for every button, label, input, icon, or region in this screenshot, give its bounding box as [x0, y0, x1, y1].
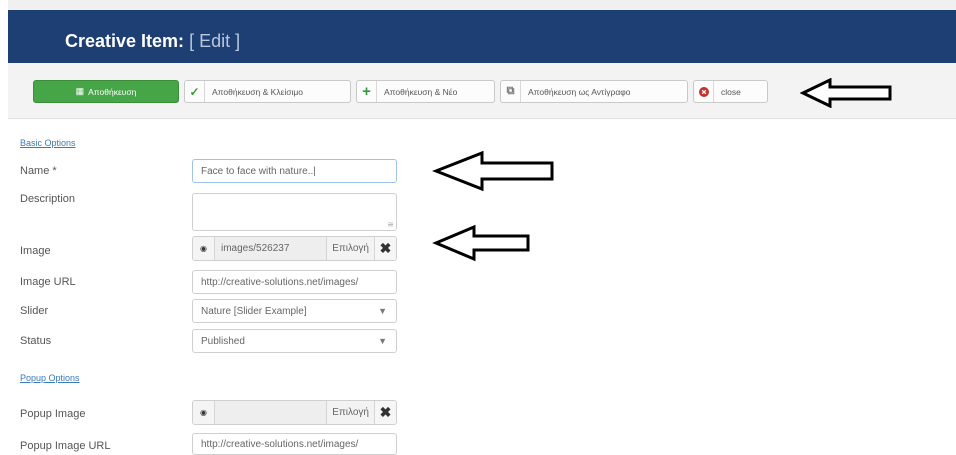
save-button[interactable]: ▦ Αποθήκευση [33, 80, 179, 103]
page-title-main: Creative Item: [65, 31, 185, 51]
save-copy-button[interactable]: ⧉ Αποθήκευση ως Αντίγραφο [500, 80, 688, 103]
popup-options-link[interactable]: Popup Options [20, 373, 80, 383]
image-media-field: ◉ images/526237 Επιλογή ✖ [192, 236, 397, 261]
copy-icon: ⧉ [501, 81, 521, 102]
left-arrow-icon [432, 224, 530, 262]
page-header: Creative Item: [ Edit ] [8, 10, 956, 63]
status-label: Status [20, 335, 52, 347]
image-path: images/526237 [215, 237, 327, 260]
save-close-label: Αποθήκευση & Κλείσιμο [212, 86, 304, 97]
clear-x-icon[interactable]: ✖ [374, 237, 396, 260]
description-field[interactable]: ≅ [192, 193, 397, 231]
clear-x-icon[interactable]: ✖ [374, 401, 396, 424]
close-circle-icon [694, 81, 714, 102]
page-title-mode: [ Edit ] [189, 31, 241, 51]
check-icon: ✓ [185, 81, 205, 102]
left-arrow-icon [432, 150, 554, 192]
page-title: Creative Item: [ Edit ] [65, 31, 240, 52]
popup-image-url-label: Popup Image URL [20, 440, 111, 452]
image-label: Image [20, 245, 51, 257]
close-button[interactable]: close [693, 80, 768, 103]
status-select-value: Published [201, 335, 245, 347]
left-arrow-icon [800, 78, 892, 108]
image-url-field[interactable]: http://creative-solutions.net/images/ [192, 270, 397, 294]
resize-handle-icon[interactable]: ≅ [387, 220, 394, 229]
close-label: close [721, 86, 741, 97]
save-button-label: Αποθήκευση [88, 86, 137, 97]
description-label: Description [20, 193, 76, 205]
name-field[interactable]: Face to face with nature..| [192, 159, 397, 183]
popup-image-label: Popup Image [20, 408, 86, 420]
slider-select-value: Nature [Slider Example] [201, 305, 307, 317]
popup-image-path [215, 401, 327, 424]
image-choose-button[interactable]: Επιλογή [326, 237, 374, 260]
save-close-button[interactable]: ✓ Αποθήκευση & Κλείσιμο [184, 80, 351, 103]
status-select[interactable]: Published ▼ [192, 329, 397, 353]
name-label: Name * [20, 165, 57, 177]
eye-icon[interactable]: ◉ [193, 237, 215, 260]
basic-options-link[interactable]: Basic Options [20, 138, 76, 148]
slider-select[interactable]: Nature [Slider Example] ▼ [192, 299, 397, 323]
popup-image-url-field[interactable]: http://creative-solutions.net/images/ [192, 433, 397, 455]
chevron-down-icon: ▼ [378, 336, 387, 346]
save-icon: ▦ [75, 86, 85, 96]
save-copy-label: Αποθήκευση ως Αντίγραφο [528, 86, 631, 97]
popup-image-choose-button[interactable]: Επιλογή [326, 401, 374, 424]
image-url-label: Image URL [20, 276, 76, 288]
slider-label: Slider [20, 305, 49, 317]
eye-icon[interactable]: ◉ [193, 401, 215, 424]
save-new-label: Αποθήκευση & Νέο [384, 86, 458, 97]
chevron-down-icon: ▼ [378, 306, 387, 316]
save-new-button[interactable]: + Αποθήκευση & Νέο [356, 80, 495, 103]
plus-icon: + [357, 81, 377, 102]
popup-image-media-field: ◉ Επιλογή ✖ [192, 400, 397, 425]
top-strip [8, 0, 956, 10]
